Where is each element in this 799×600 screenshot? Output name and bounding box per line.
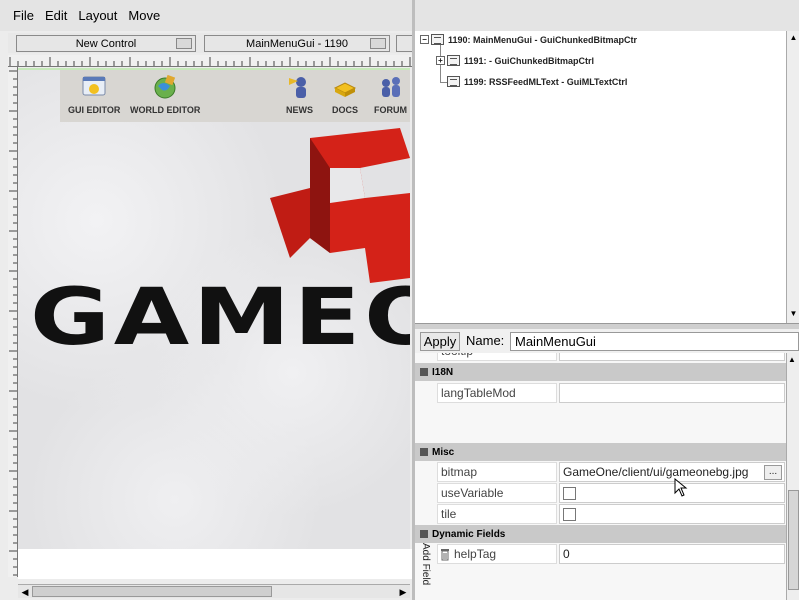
property-row: helpTag 0 bbox=[435, 544, 785, 564]
mouse-cursor-icon bbox=[674, 478, 688, 497]
section-title: Dynamic Fields bbox=[432, 528, 506, 540]
property-label: helpTag bbox=[437, 544, 557, 564]
property-row: useVariable bbox=[435, 483, 785, 503]
news-button[interactable]: NEWS bbox=[286, 74, 313, 115]
scroll-left-icon[interactable]: ◀ bbox=[19, 586, 31, 598]
forum-icon bbox=[381, 77, 400, 97]
bitmap-field[interactable]: GameOne/client/ui/gameonebg.jpg ... bbox=[559, 462, 785, 482]
property-label: tile bbox=[437, 504, 557, 524]
collapse-icon[interactable]: − bbox=[420, 35, 429, 44]
toolbar-label: NEWS bbox=[286, 105, 313, 115]
browse-button[interactable]: ... bbox=[764, 465, 782, 480]
property-label: langTableMod bbox=[437, 383, 557, 403]
gui-editor-button[interactable]: GUI EDITOR bbox=[68, 74, 120, 115]
gui-editor-icon bbox=[82, 76, 106, 96]
name-input[interactable]: MainMenuGui bbox=[510, 332, 799, 351]
dropdown-button-icon bbox=[176, 38, 192, 49]
property-row: tile bbox=[435, 504, 785, 524]
current-gui-dropdown[interactable]: MainMenuGui - 1190 bbox=[204, 35, 390, 52]
game-title-text: GAMEO bbox=[30, 273, 410, 363]
tree-item[interactable]: − 1190: MainMenuGui - GuiChunkedBitmapCt… bbox=[420, 34, 637, 45]
usevariable-checkbox[interactable] bbox=[563, 486, 576, 500]
docs-icon bbox=[333, 82, 357, 97]
control-icon bbox=[447, 55, 460, 66]
bitmap-value: GameOne/client/ui/gameonebg.jpg bbox=[563, 465, 749, 479]
toolbar-label: DOCS bbox=[332, 105, 359, 115]
main-menu-toolbar: GUI EDITOR WORLD EDITOR NEWS DOCS FORUM bbox=[60, 70, 410, 122]
docs-button[interactable]: DOCS bbox=[332, 74, 358, 115]
property-row: langTableMod bbox=[435, 383, 785, 403]
forum-button[interactable]: FORUM bbox=[374, 74, 407, 115]
property-value[interactable] bbox=[559, 353, 785, 361]
gui-canvas[interactable]: GUI EDITOR WORLD EDITOR NEWS DOCS FORUM … bbox=[18, 68, 410, 578]
property-label: useVariable bbox=[437, 483, 557, 503]
scroll-thumb[interactable] bbox=[32, 586, 272, 597]
current-gui-label: MainMenuGui - 1190 bbox=[246, 37, 348, 50]
inspector-scrollbar[interactable]: ▲ bbox=[786, 353, 799, 600]
tree-scrollbar[interactable]: ▲ ▼ bbox=[786, 31, 799, 323]
section-collapse-icon bbox=[420, 530, 428, 538]
world-editor-button[interactable]: WORLD EDITOR bbox=[130, 74, 200, 115]
name-bar: Apply Name: MainMenuGui bbox=[415, 329, 799, 353]
game-logo-graphic bbox=[270, 128, 410, 283]
scroll-up-icon[interactable]: ▲ bbox=[788, 33, 799, 45]
property-row: tooltip bbox=[435, 353, 785, 361]
control-icon bbox=[431, 34, 444, 45]
menu-layout[interactable]: Layout bbox=[78, 8, 117, 23]
control-bar: New Control MainMenuGui - 1190 bbox=[8, 33, 416, 53]
trash-icon[interactable] bbox=[440, 548, 450, 561]
tree-item[interactable]: 1199: RSSFeedMLText - GuiMLTextCtrl bbox=[447, 76, 627, 87]
menu-file[interactable]: File bbox=[13, 8, 34, 23]
canvas-footer bbox=[18, 549, 412, 579]
property-row: bitmap GameOne/client/ui/gameonebg.jpg .… bbox=[435, 462, 785, 482]
section-collapse-icon bbox=[420, 368, 428, 376]
scroll-right-icon[interactable]: ▶ bbox=[397, 586, 409, 598]
horizontal-ruler bbox=[8, 55, 412, 67]
news-icon bbox=[288, 77, 306, 98]
control-tree: − 1190: MainMenuGui - GuiChunkedBitmapCt… bbox=[415, 31, 786, 323]
property-label: tooltip bbox=[437, 353, 557, 361]
langtablemod-field[interactable] bbox=[559, 383, 785, 403]
tree-item-label: 1191: - GuiChunkedBitmapCtrl bbox=[464, 55, 595, 66]
section-header-i18n[interactable]: I18N bbox=[415, 363, 786, 381]
scroll-up-icon[interactable]: ▲ bbox=[788, 355, 796, 364]
helptag-field[interactable]: 0 bbox=[559, 544, 785, 564]
expand-icon[interactable]: + bbox=[436, 56, 445, 65]
new-control-dropdown[interactable]: New Control bbox=[16, 35, 196, 52]
horizontal-scrollbar[interactable]: ◀ ▶ bbox=[18, 584, 410, 598]
toolbar-label: FORUM bbox=[374, 105, 407, 115]
menu-move[interactable]: Move bbox=[128, 8, 160, 23]
menu-bar: File Edit Layout Move bbox=[0, 0, 799, 31]
tree-item-label: 1199: RSSFeedMLText - GuiMLTextCtrl bbox=[464, 76, 628, 87]
add-field-button[interactable]: Add Field bbox=[417, 543, 431, 598]
control-icon bbox=[447, 76, 460, 87]
tree-item[interactable]: + 1191: - GuiChunkedBitmapCtrl bbox=[436, 55, 594, 66]
dropdown-button-icon bbox=[370, 38, 386, 49]
section-collapse-icon bbox=[420, 448, 428, 456]
helptag-label: helpTag bbox=[454, 547, 497, 561]
toolbar-label: WORLD EDITOR bbox=[130, 105, 201, 115]
world-editor-icon bbox=[154, 74, 176, 99]
scroll-thumb[interactable] bbox=[788, 490, 799, 590]
usevariable-field bbox=[559, 483, 785, 503]
section-title: Misc bbox=[432, 446, 455, 458]
toolbar-label: GUI EDITOR bbox=[68, 105, 121, 115]
vertical-ruler bbox=[8, 67, 18, 577]
name-label: Name: bbox=[466, 333, 505, 348]
apply-button[interactable]: Apply bbox=[420, 332, 460, 351]
property-label: bitmap bbox=[437, 462, 557, 482]
scroll-down-icon[interactable]: ▼ bbox=[788, 309, 799, 321]
tile-checkbox[interactable] bbox=[563, 507, 576, 521]
property-inspector: tooltip I18N langTableMod Misc bitmap Ga… bbox=[415, 353, 786, 600]
gui-editor-panel: New Control MainMenuGui - 1190 GUI EDITO… bbox=[0, 31, 416, 600]
menu-edit[interactable]: Edit bbox=[45, 8, 67, 23]
section-header-dynamic-fields[interactable]: Dynamic Fields bbox=[415, 525, 786, 543]
section-title: I18N bbox=[432, 366, 454, 378]
tile-field bbox=[559, 504, 785, 524]
tree-item-label: 1190: MainMenuGui - GuiChunkedBitmapCtr bbox=[448, 34, 638, 45]
section-header-misc[interactable]: Misc bbox=[415, 443, 786, 461]
new-control-label: New Control bbox=[75, 37, 137, 50]
